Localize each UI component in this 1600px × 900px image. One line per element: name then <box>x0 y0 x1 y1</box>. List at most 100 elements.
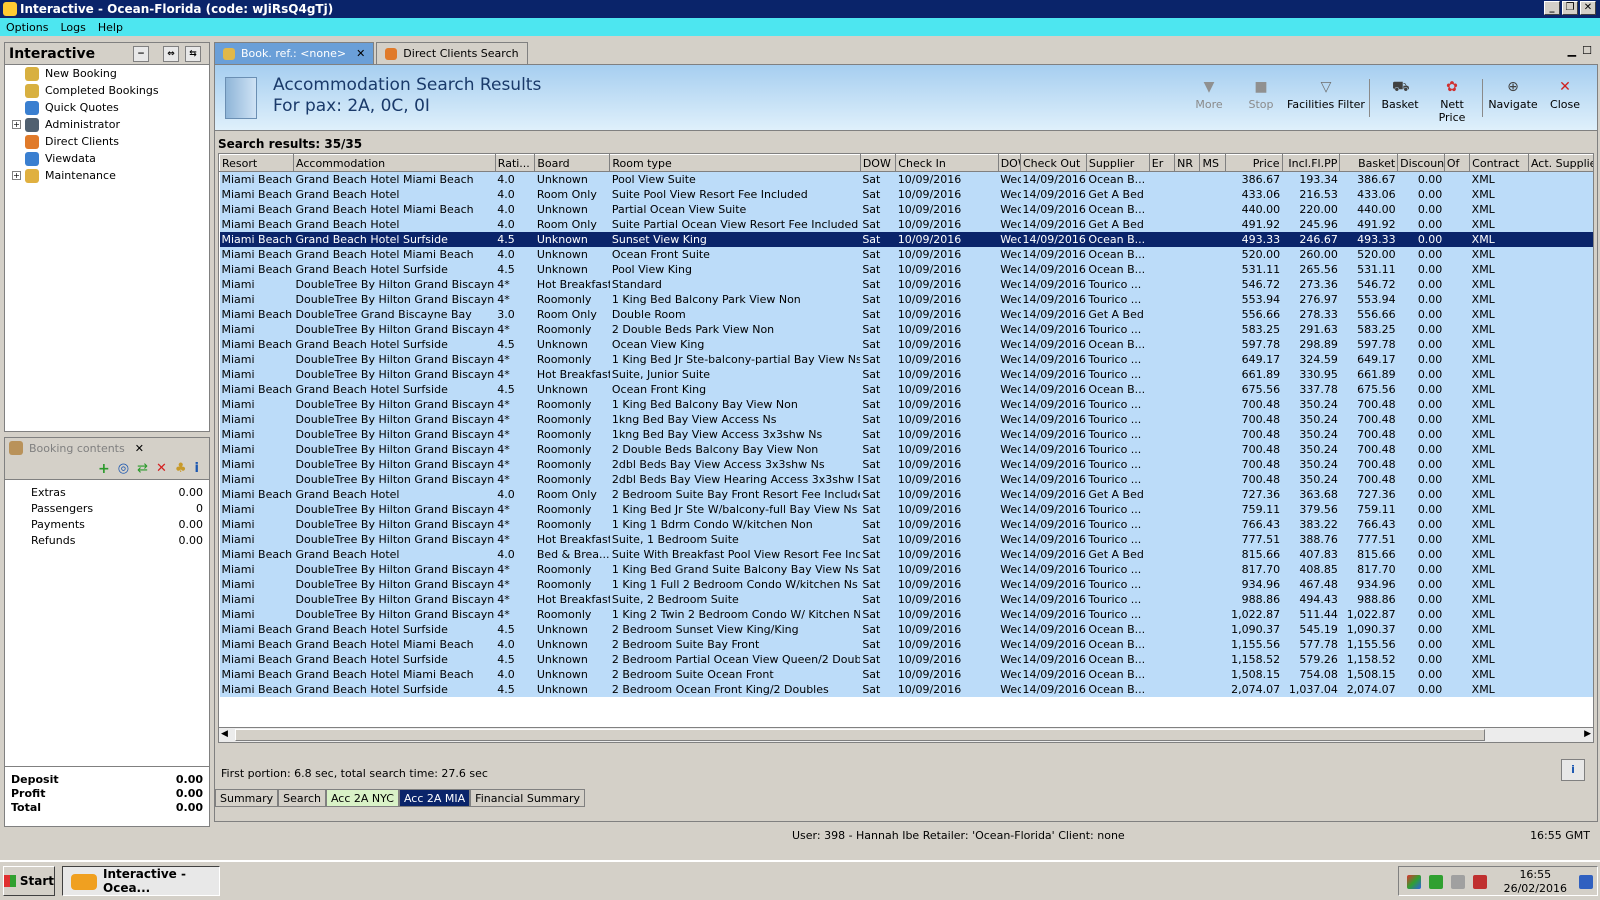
info-icon[interactable]: i <box>195 461 199 476</box>
table-row[interactable]: MiamiDoubleTree By Hilton Grand Biscayne… <box>219 607 1593 622</box>
column-header[interactable]: Of <box>1443 154 1471 172</box>
table-row[interactable]: Miami Beach Grand Beach Hotel Surfside 4.5… <box>219 337 1593 352</box>
palm-icon[interactable]: ♣ <box>175 461 187 476</box>
table-row[interactable]: Miami Beach Grand Beach Hotel 4.0 Room Only… <box>219 217 1593 232</box>
horizontal-scrollbar[interactable]: ◀ ▶ <box>218 727 1594 743</box>
refresh-icon[interactable]: ◎ <box>118 461 129 476</box>
close-window-button[interactable]: ✕ <box>1580 1 1596 15</box>
pin-icon[interactable]: ⇔ <box>163 46 179 62</box>
table-row[interactable]: MiamiDoubleTree By Hilton Grand Biscayne… <box>219 502 1593 517</box>
tree-item-administrator[interactable]: + Administrator <box>5 116 209 133</box>
tab-booking-ref[interactable]: Book. ref.: <none> ✕ <box>214 42 375 64</box>
column-header[interactable]: DOW <box>859 154 897 172</box>
minimize-pane-icon[interactable]: ▁ <box>1568 44 1576 57</box>
scroll-left-icon[interactable]: ◀ <box>221 729 228 739</box>
table-row[interactable]: MiamiDoubleTree By Hilton Grand Biscayne… <box>219 367 1593 382</box>
column-header[interactable]: Basket <box>1339 154 1399 172</box>
table-row[interactable]: MiamiDoubleTree By Hilton Grand Biscayne… <box>219 562 1593 577</box>
close-button[interactable]: ✕ Close <box>1539 79 1591 124</box>
basket-button[interactable]: ⛟ Basket <box>1374 79 1426 124</box>
table-row[interactable]: Miami Beach Grand Beach Hotel Surfside 4.5… <box>219 622 1593 637</box>
table-row[interactable]: Miami Beach Grand Beach Hotel 4.0 Bed & Bre… <box>219 547 1593 562</box>
menu-logs[interactable]: Logs <box>54 21 91 34</box>
table-row[interactable]: MiamiDoubleTree By Hilton Grand Biscayne… <box>219 457 1593 472</box>
close-tab-icon[interactable]: ✕ <box>356 47 365 60</box>
column-header[interactable]: Board <box>534 154 611 172</box>
column-header[interactable]: Supplier <box>1085 154 1150 172</box>
minimize-button[interactable]: _ <box>1544 1 1560 15</box>
table-row[interactable]: MiamiDoubleTree By Hilton Grand Biscayne… <box>219 442 1593 457</box>
swap-icon[interactable]: ⇆ <box>185 46 201 62</box>
table-row[interactable]: MiamiDoubleTree By Hilton Grand Biscayne… <box>219 532 1593 547</box>
add-icon[interactable]: + <box>98 461 110 477</box>
table-row[interactable]: Miami Beach Grand Beach Hotel Surfside 4.5… <box>219 682 1593 697</box>
column-header[interactable]: Act. Supplier <box>1527 154 1593 172</box>
column-header[interactable]: Check Out <box>1020 154 1087 172</box>
menu-options[interactable]: Options <box>0 21 54 34</box>
table-row[interactable]: Miami Beach DoubleTree Grand Biscayne Bay… <box>219 307 1593 322</box>
facilities-filter-button[interactable]: ▽ Facilities Filter <box>1287 79 1365 124</box>
tree-item-completed-bookings[interactable]: Completed Bookings <box>5 82 209 99</box>
stop-button[interactable]: ■ Stop <box>1235 79 1287 124</box>
volume-icon[interactable] <box>1473 875 1487 889</box>
table-row[interactable]: Miami Beach Grand Beach Hotel 4.0 Room Only… <box>219 487 1593 502</box>
table-row[interactable]: MiamiDoubleTree By Hilton Grand Biscayne… <box>219 517 1593 532</box>
table-row[interactable]: MiamiDoubleTree By Hilton Grand Biscayne… <box>219 592 1593 607</box>
table-row[interactable]: Miami Beach Grand Beach Hotel Miami Beach… <box>219 667 1593 682</box>
table-row[interactable]: Miami Beach Grand Beach Hotel Miami Beach… <box>219 171 1593 187</box>
printer-icon[interactable] <box>1451 875 1465 889</box>
column-header[interactable]: Room type <box>609 154 861 172</box>
table-row[interactable]: MiamiDoubleTree By Hilton Grand Biscayne… <box>219 427 1593 442</box>
tree-item-viewdata[interactable]: Viewdata <box>5 150 209 167</box>
collapse-icon[interactable]: − <box>133 46 149 62</box>
table-row[interactable]: Miami Beach Grand Beach Hotel Miami Beach… <box>219 202 1593 217</box>
column-header[interactable]: Accommodation <box>293 154 496 172</box>
expand-icon[interactable]: + <box>12 171 21 180</box>
scrollbar-thumb[interactable] <box>235 729 1485 741</box>
column-header[interactable]: DOW <box>997 154 1022 172</box>
flag-icon[interactable] <box>1407 875 1421 889</box>
menu-help[interactable]: Help <box>92 21 129 34</box>
bottom-tab-acc-2a-mia[interactable]: Acc 2A MIA <box>398 789 471 807</box>
table-row[interactable]: MiamiDoubleTree By Hilton Grand Biscayne… <box>219 472 1593 487</box>
table-row[interactable]: MiamiDoubleTree By Hilton Grand Biscayne… <box>219 397 1593 412</box>
tab-direct-clients-search[interactable]: Direct Clients Search <box>376 42 528 64</box>
restore-button[interactable]: ❐ <box>1562 1 1578 15</box>
column-header[interactable]: Resort <box>219 154 295 172</box>
show-desktop-icon[interactable] <box>1579 875 1593 889</box>
table-row[interactable]: Miami Beach Grand Beach Hotel Miami Beach… <box>219 637 1593 652</box>
tree-item-maintenance[interactable]: + Maintenance <box>5 167 209 184</box>
table-row[interactable]: Miami Beach Grand Beach Hotel Miami Beach… <box>219 247 1593 262</box>
scroll-right-icon[interactable]: ▶ <box>1584 729 1591 739</box>
table-row[interactable]: MiamiDoubleTree By Hilton Grand Biscayne… <box>219 277 1593 292</box>
table-row[interactable]: MiamiDoubleTree By Hilton Grand Biscayne… <box>219 352 1593 367</box>
tree-item-new-booking[interactable]: New Booking <box>5 65 209 82</box>
expand-icon[interactable]: + <box>12 120 21 129</box>
network-icon[interactable] <box>1429 875 1443 889</box>
tree-item-direct-clients[interactable]: Direct Clients <box>5 133 209 150</box>
column-header[interactable]: Price <box>1224 154 1283 172</box>
table-row[interactable]: Miami Beach Grand Beach Hotel Surfside 4.5… <box>219 262 1593 277</box>
table-row[interactable]: MiamiDoubleTree By Hilton Grand Biscayne… <box>219 322 1593 337</box>
taskbar-item-interactive[interactable]: Interactive - Ocea... <box>62 866 220 896</box>
start-button[interactable]: Start <box>3 866 55 896</box>
delete-icon[interactable]: ✕ <box>156 461 167 476</box>
more-button[interactable]: ▼ More <box>1183 79 1235 124</box>
tree-item-quick-quotes[interactable]: Quick Quotes <box>5 99 209 116</box>
table-row[interactable]: MiamiDoubleTree By Hilton Grand Biscayne… <box>219 292 1593 307</box>
table-row[interactable]: Miami Beach Grand Beach Hotel Surfside 4.5… <box>219 232 1593 247</box>
column-header[interactable]: MS <box>1199 154 1226 172</box>
column-header[interactable]: Rati... <box>494 154 536 172</box>
column-header[interactable]: Discount <box>1397 154 1445 172</box>
table-row[interactable]: MiamiDoubleTree By Hilton Grand Biscayne… <box>219 577 1593 592</box>
table-row[interactable]: Miami Beach Grand Beach Hotel Surfside 4.5… <box>219 652 1593 667</box>
bottom-tab-summary[interactable]: Summary <box>215 789 279 807</box>
column-header[interactable]: Check In <box>895 154 999 172</box>
navigate-button[interactable]: ⊕ Navigate <box>1487 79 1539 124</box>
table-row[interactable]: Miami Beach Grand Beach Hotel Surfside 4.5… <box>219 382 1593 397</box>
nett-price-button[interactable]: ✿ Nett Price <box>1426 79 1478 124</box>
bottom-tab-acc-2a-nyc[interactable]: Acc 2A NYC <box>325 789 399 807</box>
close-booking-icon[interactable]: ✕ <box>135 442 144 455</box>
column-header[interactable]: NR <box>1174 154 1201 172</box>
table-row[interactable]: Miami Beach Grand Beach Hotel 4.0 Room Only… <box>219 187 1593 202</box>
